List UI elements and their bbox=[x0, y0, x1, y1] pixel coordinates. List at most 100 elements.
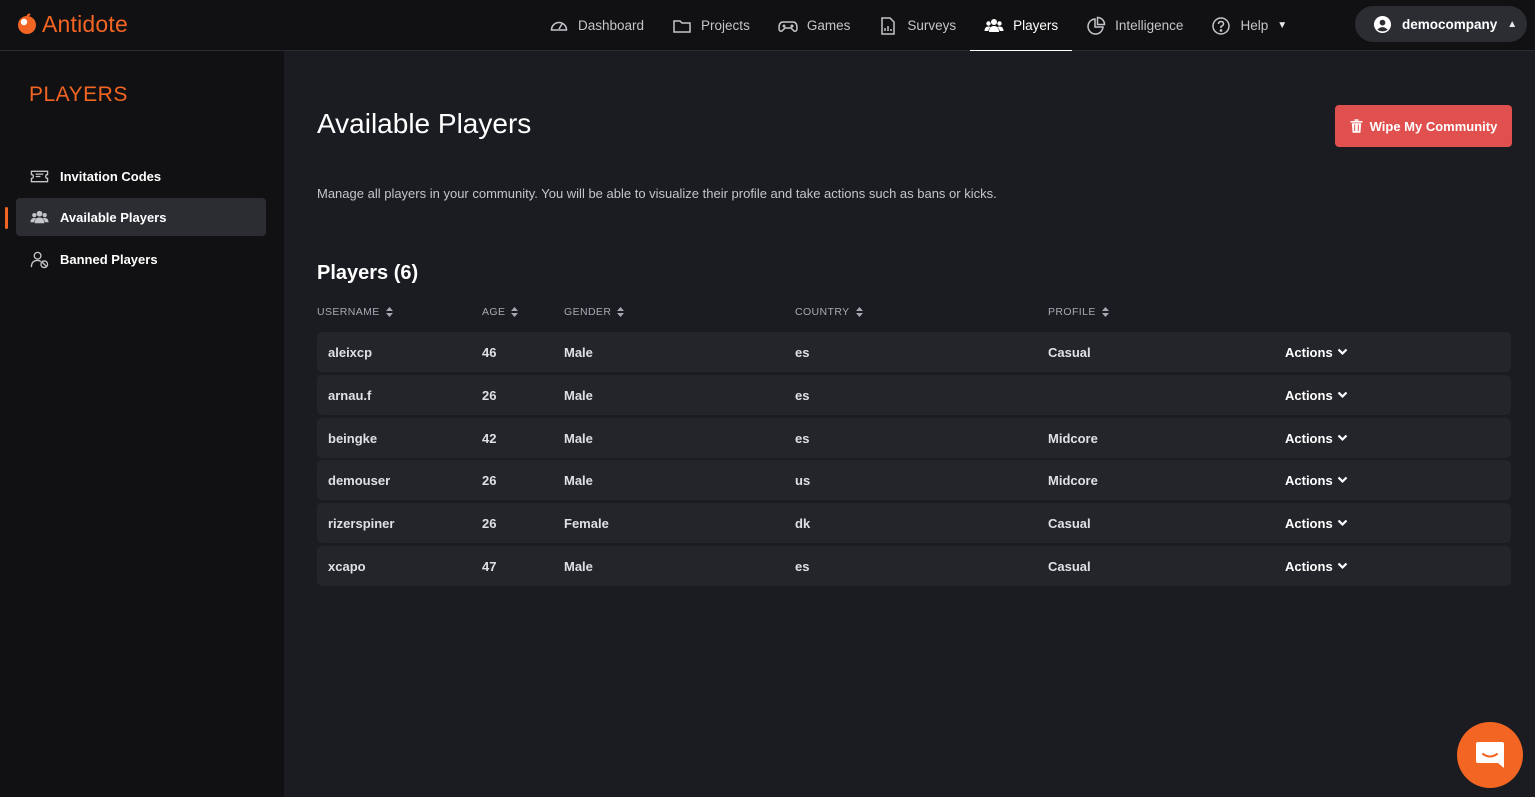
cell-profile: Midcore bbox=[1048, 472, 1098, 488]
column-header-label: USERNAME bbox=[317, 306, 380, 318]
gauge-icon bbox=[550, 21, 568, 31]
sidebar-item-label: Banned Players bbox=[60, 251, 158, 267]
gamepad-icon bbox=[778, 20, 798, 32]
user-circle-icon bbox=[1373, 15, 1392, 33]
active-indicator bbox=[5, 207, 8, 229]
cell-username: demouser bbox=[328, 472, 391, 488]
column-header-label: GENDER bbox=[564, 306, 612, 318]
nav-dashboard[interactable]: Dashboard bbox=[536, 0, 658, 51]
cell-country: us bbox=[795, 472, 811, 488]
actions-dropdown[interactable]: Actions bbox=[1285, 546, 1348, 586]
sidebar-item-available-players[interactable]: Available Players bbox=[16, 198, 266, 236]
main-nav: Dashboard Projects Games Surveys Players… bbox=[536, 0, 1301, 52]
user-name: democompany bbox=[1402, 16, 1498, 32]
column-header-label: PROFILE bbox=[1048, 306, 1096, 318]
chat-widget-button[interactable] bbox=[1457, 722, 1523, 788]
nav-label: Dashboard bbox=[578, 18, 645, 33]
nav-label: Games bbox=[806, 18, 851, 33]
cell-gender: Female bbox=[564, 515, 609, 531]
column-header-gender[interactable]: GENDER bbox=[564, 306, 625, 318]
nav-players[interactable]: Players bbox=[970, 0, 1073, 52]
sort-icon bbox=[511, 307, 519, 317]
sidebar: PLAYERS Invitation Codes Available Playe… bbox=[0, 51, 284, 797]
actions-label: Actions bbox=[1285, 515, 1333, 531]
column-header-username[interactable]: USERNAME bbox=[317, 306, 393, 318]
cell-username: xcapo bbox=[328, 558, 366, 574]
brand-name: Antidote bbox=[42, 10, 128, 37]
players-section-title: Players (6) bbox=[317, 262, 419, 284]
cell-gender: Male bbox=[564, 344, 593, 360]
cell-age: 26 bbox=[482, 515, 497, 531]
nav-label: Help bbox=[1240, 18, 1269, 33]
cell-username: rizerspiner bbox=[328, 515, 395, 531]
cell-age: 46 bbox=[482, 344, 497, 360]
chevron-down-icon bbox=[1337, 519, 1347, 527]
sort-icon bbox=[855, 307, 863, 317]
table-header: USERNAME AGE GENDER COUNTRY PROFILE bbox=[317, 306, 1511, 320]
nav-games[interactable]: Games bbox=[764, 0, 865, 51]
user-menu[interactable]: democompany ▲ bbox=[1355, 6, 1527, 42]
caret-up-icon: ▲ bbox=[1507, 18, 1518, 30]
nav-label: Surveys bbox=[907, 18, 957, 33]
chevron-down-icon bbox=[1337, 476, 1347, 484]
document-chart-icon bbox=[881, 16, 896, 35]
sort-icon bbox=[1101, 307, 1109, 317]
cell-username: aleixcp bbox=[328, 344, 373, 360]
cell-age: 42 bbox=[482, 430, 497, 446]
nav-help[interactable]: Help ▼ bbox=[1197, 0, 1301, 51]
table-row[interactable]: arnau.f 26 Male es Actions bbox=[317, 375, 1511, 415]
question-circle-icon bbox=[1212, 16, 1231, 35]
column-header-age[interactable]: AGE bbox=[482, 306, 519, 318]
users-icon bbox=[984, 18, 1004, 32]
caret-down-icon: ▼ bbox=[1277, 20, 1288, 31]
cell-profile: Casual bbox=[1048, 558, 1091, 574]
user-banned-icon bbox=[30, 251, 49, 268]
nav-label: Players bbox=[1013, 18, 1059, 33]
nav-intelligence[interactable]: Intelligence bbox=[1072, 0, 1197, 51]
cell-country: dk bbox=[795, 515, 811, 531]
nav-projects[interactable]: Projects bbox=[658, 0, 764, 51]
cell-username: arnau.f bbox=[328, 387, 372, 403]
column-header-country[interactable]: COUNTRY bbox=[795, 306, 863, 318]
chat-icon bbox=[1476, 742, 1504, 768]
sidebar-item-banned-players[interactable]: Banned Players bbox=[16, 240, 266, 278]
wipe-community-button[interactable]: Wipe My Community bbox=[1335, 105, 1512, 147]
actions-dropdown[interactable]: Actions bbox=[1285, 460, 1348, 500]
actions-label: Actions bbox=[1285, 387, 1333, 403]
actions-dropdown[interactable]: Actions bbox=[1285, 332, 1348, 372]
pie-chart-icon bbox=[1087, 16, 1106, 35]
cell-username: beingke bbox=[328, 430, 378, 446]
brand-logo-link[interactable]: Antidote bbox=[16, 10, 128, 38]
actions-label: Actions bbox=[1285, 430, 1333, 446]
cell-gender: Male bbox=[564, 558, 593, 574]
sort-icon bbox=[385, 307, 393, 317]
sidebar-item-invitation-codes[interactable]: Invitation Codes bbox=[16, 157, 266, 195]
actions-dropdown[interactable]: Actions bbox=[1285, 375, 1348, 415]
page-title: Available Players bbox=[317, 108, 532, 139]
column-header-profile[interactable]: PROFILE bbox=[1048, 306, 1109, 318]
cell-gender: Male bbox=[564, 430, 593, 446]
table-row[interactable]: aleixcp 46 Male es Casual Actions bbox=[317, 332, 1511, 372]
chevron-down-icon bbox=[1337, 348, 1347, 356]
sort-icon bbox=[617, 307, 625, 317]
chevron-down-icon bbox=[1337, 434, 1347, 442]
actions-dropdown[interactable]: Actions bbox=[1285, 503, 1348, 543]
actions-label: Actions bbox=[1285, 472, 1333, 488]
folder-icon bbox=[673, 19, 691, 33]
column-header-label: AGE bbox=[482, 306, 506, 318]
cell-age: 47 bbox=[482, 558, 497, 574]
table-row[interactable]: rizerspiner 26 Female dk Casual Actions bbox=[317, 503, 1511, 543]
cell-country: es bbox=[795, 558, 810, 574]
table-row[interactable]: beingke 42 Male es Midcore Actions bbox=[317, 418, 1511, 458]
cell-age: 26 bbox=[482, 387, 497, 403]
column-header-label: COUNTRY bbox=[795, 306, 850, 318]
chevron-down-icon bbox=[1337, 562, 1347, 570]
nav-surveys[interactable]: Surveys bbox=[864, 0, 970, 51]
nav-label: Projects bbox=[701, 18, 750, 33]
cell-country: es bbox=[795, 430, 810, 446]
cell-profile: Casual bbox=[1048, 515, 1091, 531]
cell-gender: Male bbox=[564, 387, 593, 403]
actions-dropdown[interactable]: Actions bbox=[1285, 418, 1348, 458]
table-row[interactable]: xcapo 47 Male es Casual Actions bbox=[317, 546, 1511, 586]
table-row[interactable]: demouser 26 Male us Midcore Actions bbox=[317, 460, 1511, 500]
